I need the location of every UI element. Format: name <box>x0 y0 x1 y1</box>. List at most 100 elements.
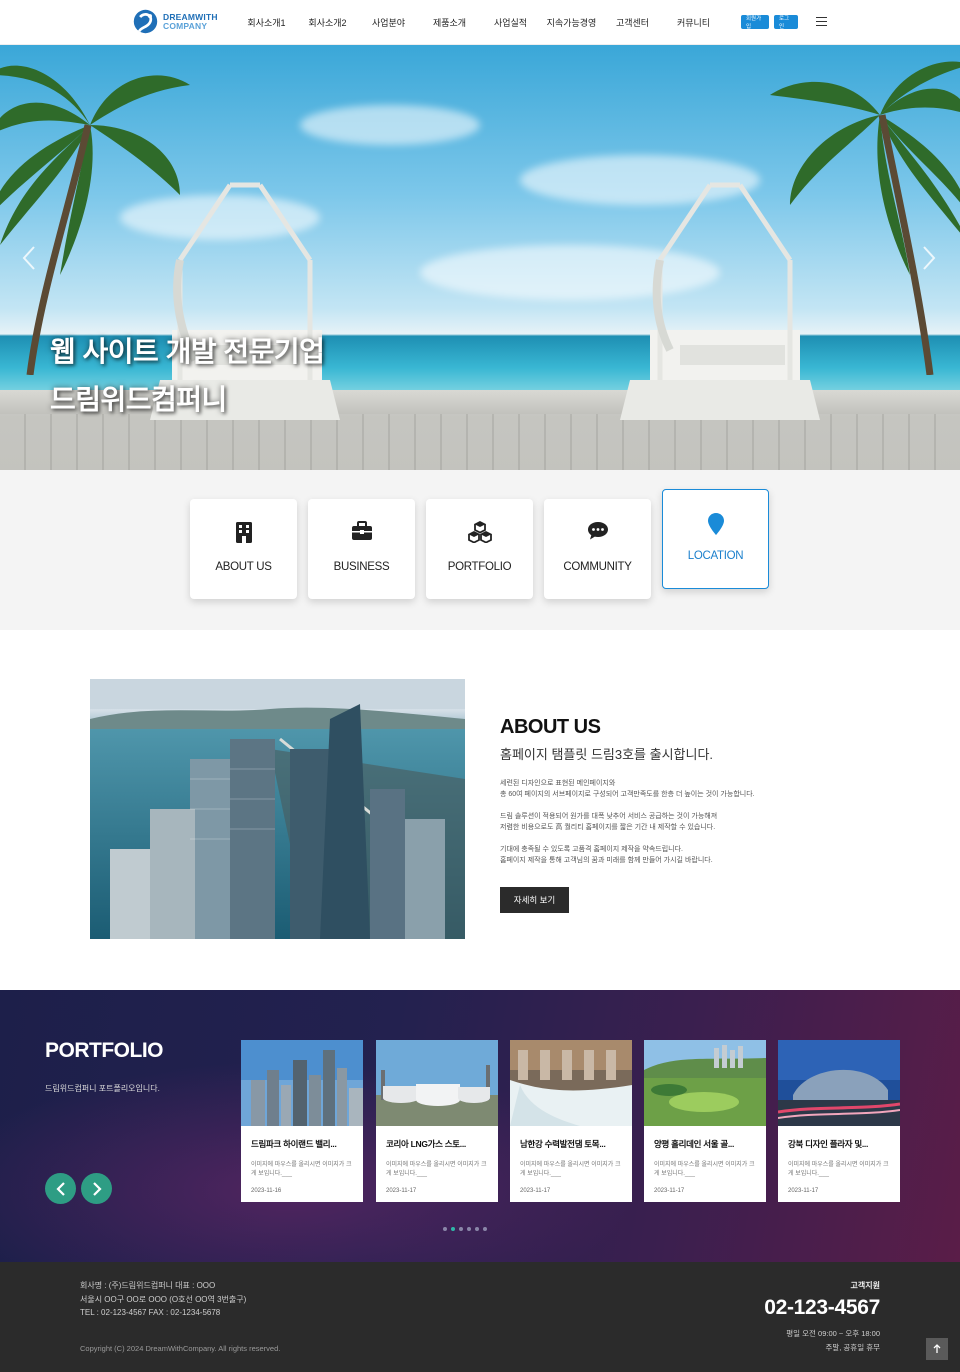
quick-link-location[interactable]: LOCATION <box>662 489 769 589</box>
nav-item-about2[interactable]: 회사소개2 <box>297 16 358 29</box>
hero-title: 웹 사이트 개발 전문기업 드림위드컴퍼니 <box>50 328 325 424</box>
palm-tree-left-image <box>0 65 190 375</box>
quick-link-label: PORTFOLIO <box>447 561 512 573</box>
nav-item-business[interactable]: 사업분야 <box>358 16 419 29</box>
about-city-image <box>90 679 465 939</box>
footer-tel-fax: TEL : 02-123-4567 FAX : 02-1234-5678 <box>80 1308 221 1317</box>
portfolio-image-design-plaza <box>778 1040 900 1126</box>
quick-link-about-us[interactable]: ABOUT US <box>190 499 297 599</box>
quick-link-portfolio[interactable]: PORTFOLIO <box>426 499 533 599</box>
portfolio-description: 드림위드컴퍼니 포트폴리오입니다. <box>45 1084 160 1093</box>
hero-prev-arrow[interactable] <box>22 245 36 278</box>
chevron-right-icon <box>92 1181 102 1196</box>
footer-copyright: Copyright (C) 2024 DreamWithCompany. All… <box>80 1344 281 1353</box>
portfolio-card-date: 2023-11-17 <box>654 1188 685 1194</box>
about-paragraph-line: 드림 솔루션이 적용되어 원가를 대폭 낮추어 서비스 공급하는 것이 가능해져 <box>500 813 718 820</box>
logo-mark-icon <box>133 9 158 34</box>
footer-address: 서울시 OO구 OO로 OOO (O호선 OO역 3번출구) <box>80 1295 247 1304</box>
nav-item-products[interactable]: 제품소개 <box>419 16 480 29</box>
portfolio-image-golf-course <box>644 1040 766 1126</box>
portfolio-pagination <box>443 1227 487 1231</box>
city-skyline-illustration <box>90 679 465 939</box>
about-paragraph-line: 세련된 디자인으로 표현된 메인페이지와 <box>500 780 616 787</box>
portfolio-next-button[interactable] <box>81 1173 112 1204</box>
main-nav: 회사소개1 회사소개2 사업분야 제품소개 사업실적 지속가능경영 고객센터 커… <box>236 0 724 45</box>
portfolio-card-date: 2023-11-16 <box>251 1188 282 1194</box>
cubes-icon <box>467 521 492 543</box>
portfolio-title: PORTFOLIO <box>45 1039 164 1062</box>
logo-text: DREAMWITH COMPANY <box>163 12 218 31</box>
arrow-up-icon <box>933 1344 941 1353</box>
portfolio-card-desc: 이미지에 마우스를 올리시면 이미지가 크게 보입니다.___ <box>788 1162 889 1177</box>
portfolio-card-desc: 이미지에 마우스를 올리시면 이미지가 크게 보입니다.___ <box>520 1162 621 1177</box>
portfolio-card[interactable]: 남한강 수력발전댐 토목... 이미지에 마우스를 올리시면 이미지가 크게 보… <box>510 1040 632 1202</box>
palm-tree-right-image <box>770 61 960 375</box>
about-paragraph-line: 기대에 충족될 수 있도록 고품격 홈페이지 제작을 약속드립니다. <box>500 846 683 853</box>
pagination-dot[interactable] <box>459 1227 463 1231</box>
pagination-dot[interactable] <box>475 1227 479 1231</box>
login-button[interactable]: 로그인 <box>774 15 798 30</box>
logo[interactable]: DREAMWITH COMPANY <box>132 8 218 35</box>
quick-link-label: BUSINESS <box>333 561 390 573</box>
pagination-dot[interactable] <box>443 1227 447 1231</box>
portfolio-card-date: 2023-11-17 <box>520 1188 551 1194</box>
portfolio-card-date: 2023-11-17 <box>788 1188 819 1194</box>
footer-hours-weekday: 평일 오전 09:00 ~ 오후 18:00 <box>786 1329 880 1338</box>
quick-link-community[interactable]: COMMUNITY <box>544 499 651 599</box>
portfolio-card-title: 남한강 수력발전댐 토목... <box>520 1139 606 1149</box>
about-paragraph-line: 홈페이지 제작을 통해 고객님의 꿈과 미래를 함께 만들어 가시길 바랍니다. <box>500 857 713 864</box>
briefcase-icon <box>351 521 372 540</box>
quick-links-section: ABOUT US BUSINESS PORTFOLIO COMMUNITY LO… <box>0 470 960 630</box>
portfolio-card-title: 코리아 LNG가스 스토... <box>386 1139 466 1149</box>
chevron-right-icon <box>923 246 936 270</box>
nav-item-records[interactable]: 사업실적 <box>480 16 541 29</box>
hero-next-arrow[interactable] <box>922 245 936 278</box>
logo-line2: COMPANY <box>163 20 208 31</box>
quick-link-label: COMMUNITY <box>563 561 632 573</box>
site-header: DREAMWITH COMPANY 회사소개1 회사소개2 사업분야 제품소개 … <box>0 0 960 45</box>
portfolio-card-desc: 이미지에 마우스를 올리시면 이미지가 크게 보입니다.___ <box>251 1162 352 1177</box>
quick-link-label: LOCATION <box>687 550 744 562</box>
portfolio-image-lng-tanks <box>376 1040 498 1126</box>
nav-item-about1[interactable]: 회사소개1 <box>236 16 297 29</box>
portfolio-card[interactable]: 양평 홀리데인 서울 골... 이미지에 마우스를 올리시면 이미지가 크게 보… <box>644 1040 766 1202</box>
hero-title-line2: 드림위드컴퍼니 <box>50 384 227 415</box>
about-title: ABOUT US <box>500 716 601 738</box>
chevron-left-icon <box>55 1181 65 1196</box>
portfolio-image-skyscrapers <box>241 1040 363 1126</box>
read-more-button[interactable]: 자세히 보기 <box>500 887 569 913</box>
footer-cs-label: 고객지원 <box>850 1281 880 1290</box>
pagination-dot[interactable] <box>467 1227 471 1231</box>
portfolio-card-date: 2023-11-17 <box>386 1188 417 1194</box>
quick-link-label: ABOUT US <box>215 561 272 573</box>
portfolio-card[interactable]: 코리아 LNG가스 스토... 이미지에 마우스를 올리시면 이미지가 크게 보… <box>376 1040 498 1202</box>
chat-bubble-icon <box>587 522 608 540</box>
about-paragraph-line: 총 60여 페이지의 서브페이지로 구성되어 고객만족도를 한층 더 높이는 것… <box>500 791 755 798</box>
pagination-dot-active[interactable] <box>451 1227 455 1231</box>
footer-company-info: 회사명 : (주)드림위드컴퍼니 대표 : OOO <box>80 1281 216 1290</box>
nav-item-sustainability[interactable]: 지속가능경영 <box>541 16 602 29</box>
scroll-top-button[interactable] <box>926 1338 948 1360</box>
portfolio-card[interactable]: 강북 디자인 플라자 및... 이미지에 마우스를 올리시면 이미지가 크게 보… <box>778 1040 900 1202</box>
footer-hours-holiday: 주말, 공휴일 휴무 <box>825 1343 880 1352</box>
building-icon <box>235 522 252 543</box>
pagination-dot[interactable] <box>483 1227 487 1231</box>
hero-banner: 웹 사이트 개발 전문기업 드림위드컴퍼니 <box>0 45 960 470</box>
hero-title-line1: 웹 사이트 개발 전문기업 <box>50 336 325 367</box>
hamburger-menu-icon[interactable] <box>816 17 827 27</box>
nav-item-community[interactable]: 커뮤니티 <box>663 16 724 29</box>
footer-phone: 02-123-4567 <box>764 1296 880 1319</box>
portfolio-card-title: 양평 홀리데인 서울 골... <box>654 1139 735 1149</box>
about-subtitle: 홈페이지 탬플릿 드림3호를 출시합니다. <box>500 747 714 762</box>
portfolio-card-desc: 이미지에 마우스를 올리시면 이미지가 크게 보입니다.___ <box>386 1162 487 1177</box>
portfolio-card[interactable]: 드림파크 하이랜드 밸리... 이미지에 마우스를 올리시면 이미지가 크게 보… <box>241 1040 363 1202</box>
map-pin-icon <box>707 513 724 535</box>
nav-item-customer-center[interactable]: 고객센터 <box>602 16 663 29</box>
chevron-left-icon <box>22 246 35 270</box>
portfolio-prev-button[interactable] <box>45 1173 76 1204</box>
portfolio-image-dam <box>510 1040 632 1126</box>
join-button[interactable]: 회원가입 <box>741 15 769 30</box>
quick-link-business[interactable]: BUSINESS <box>308 499 415 599</box>
portfolio-card-title: 드림파크 하이랜드 밸리... <box>251 1139 337 1149</box>
about-paragraph-line: 저렴한 비용으로도 高 퀄리티 홈페이지를 짧은 기간 내 제작할 수 있습니다… <box>500 824 716 831</box>
